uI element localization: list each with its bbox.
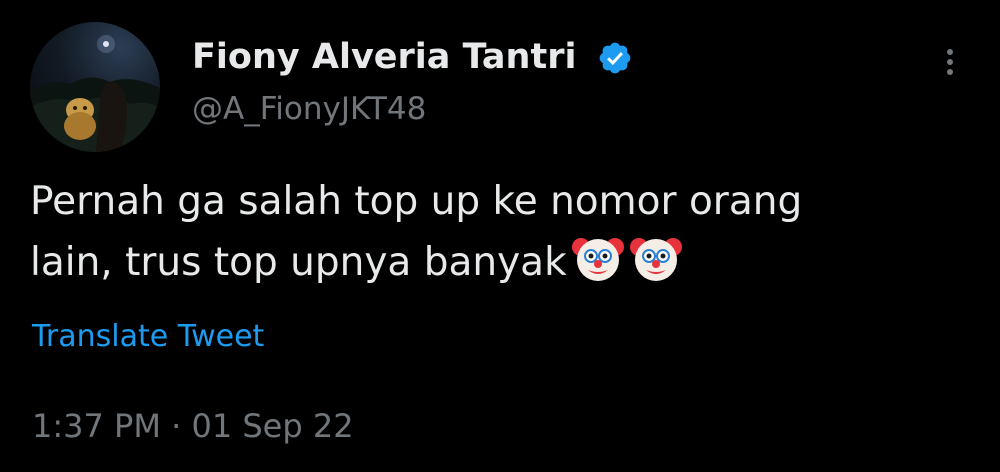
clown-face-icon [571, 238, 624, 281]
clown-face-icon [629, 238, 682, 281]
tweet-timestamp[interactable]: 1:37 PM · 01 Sep 22 [32, 410, 354, 442]
tweet-text-line: lain, trus top upnya banyak [30, 240, 567, 285]
tweet-text-line: Pernah ga salah top up ke nomor orang [30, 179, 803, 224]
profile-photo-icon [30, 35, 160, 152]
avatar[interactable] [30, 22, 160, 152]
verified-badge-icon [599, 42, 631, 74]
translate-tweet-link[interactable]: Translate Tweet [32, 322, 264, 352]
tweet-text: Pernah ga salah top up ke nomor orang la… [30, 172, 970, 292]
author-handle[interactable]: @A_FionyJKT48 [192, 94, 426, 125]
author-display-name[interactable]: Fiony Alveria Tantri [192, 40, 576, 75]
more-vertical-icon[interactable] [930, 44, 970, 80]
tweet-text-line-with-emoji: lain, trus top upnya banyak [30, 231, 970, 292]
